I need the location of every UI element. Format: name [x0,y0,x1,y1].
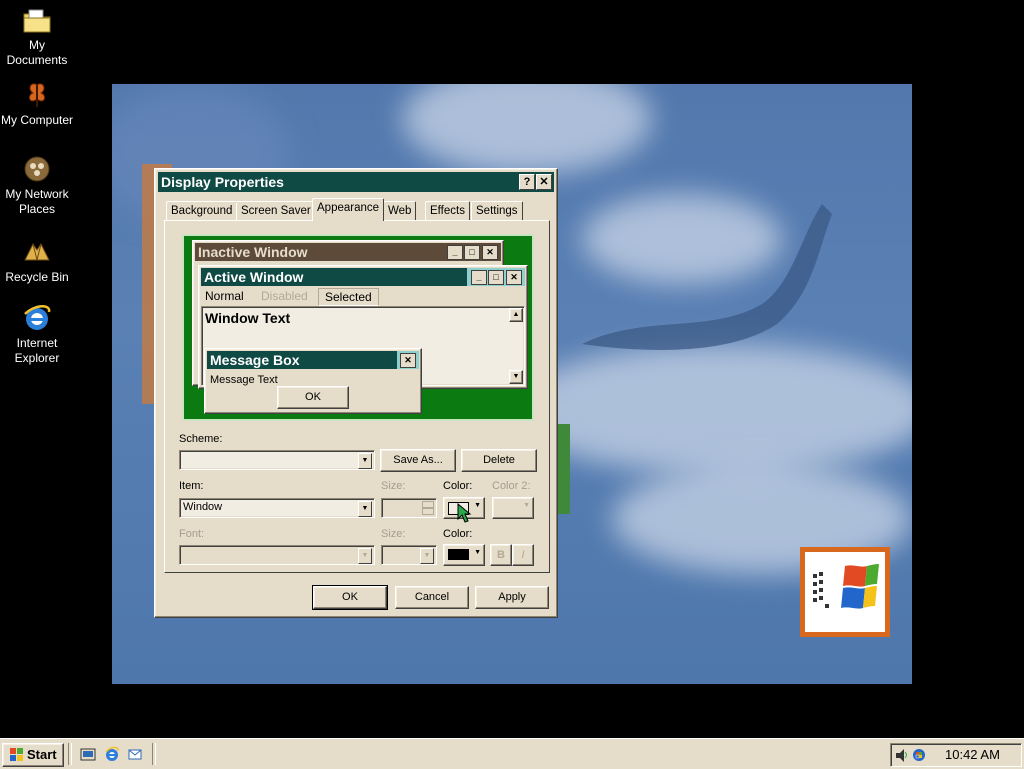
font-size-label: Size: [381,528,406,540]
close-icon: ✕ [400,353,416,368]
recycle-bin-icon [24,243,50,261]
tab-effects[interactable]: Effects [425,201,470,220]
item-color2-label: Color 2: [492,480,531,492]
cancel-button[interactable]: Cancel [395,586,469,609]
close-button[interactable]: ✕ [536,174,552,190]
dialog-titlebar[interactable]: Display Properties ? ✕ [158,172,554,192]
tab-web[interactable]: Web [383,201,417,220]
clock[interactable]: 10:42 AM [945,747,1000,762]
display-properties-dialog: Display Properties ? ✕ Background Screen… [154,168,558,618]
tab-settings[interactable]: Settings [471,201,523,220]
close-icon: ✕ [506,270,522,285]
apply-button[interactable]: Apply [475,586,549,609]
desktop-icon-label: Recycle Bin [5,270,69,284]
desktop-icon-label: My Documents [6,38,68,67]
font-dropdown: ▼ [179,545,375,565]
window-text: Window Text [205,310,291,326]
windows-logo [800,547,890,637]
system-tray: 10:42 AM [890,743,1022,767]
desktop-icon-network-places[interactable]: My Network Places [0,153,74,217]
item-size-label: Size: [381,480,406,492]
delete-button[interactable]: Delete [461,449,537,472]
outlook-express-icon[interactable] [127,746,143,762]
msgbox-text: Message Text [210,374,278,386]
chevron-down-icon: ▼ [420,548,434,564]
save-as-button[interactable]: Save As... [380,449,456,472]
active-titlebar: Active Window _ □ ✕ [201,268,525,286]
scroll-down-icon: ▼ [509,370,523,384]
ie-icon[interactable] [104,746,120,762]
scheme-dropdown[interactable]: ▼ [179,450,375,470]
inactive-title: Inactive Window [198,244,308,260]
item-value: Window [183,501,223,513]
scheme-label: Scheme: [179,433,223,445]
chevron-down-icon: ▼ [358,548,372,564]
computer-icon [29,83,45,107]
ie-icon [24,305,51,330]
chevron-down-icon[interactable]: ▼ [358,453,372,469]
taskbar-divider [68,743,72,765]
preview-message-box: Message Box ✕ Message Text OK [204,348,422,414]
ok-button[interactable]: OK [312,585,388,610]
desktop-icon-my-documents[interactable]: My Documents [0,4,74,68]
desktop-icon-my-computer[interactable]: My Computer [0,79,74,128]
start-button[interactable]: Start [2,743,64,767]
windows-flag-icon [10,748,23,761]
italic-button: I [512,544,534,566]
windows-flag-icon [813,564,879,609]
active-title: Active Window [204,269,304,285]
maximize-icon: □ [464,245,480,260]
font-color-label: Color: [443,528,473,540]
scroll-up-icon: ▲ [509,308,523,322]
cursor-pointer-icon [457,503,472,523]
font-size-dropdown: ▼ [381,545,437,565]
item-size-spinner [381,498,437,518]
start-label: Start [27,747,57,762]
menu-disabled: Disabled [261,289,308,303]
font-color-picker[interactable]: ▼ [443,544,485,566]
minimize-icon: _ [447,245,463,260]
dialog-title: Display Properties [161,174,284,190]
item-color-label: Color: [443,480,473,492]
menu-normal: Normal [205,289,244,303]
diver-silhouette [582,204,832,350]
bold-button: B [490,544,512,566]
close-icon: ✕ [482,245,498,260]
windows-update-icon[interactable] [911,747,927,763]
desktop-icon-recycle-bin[interactable]: Recycle Bin [0,236,74,285]
folder-icon [23,9,51,33]
chevron-down-icon: ▼ [523,502,530,509]
minimize-icon: _ [471,270,487,285]
msgbox-titlebar: Message Box ✕ [207,351,419,369]
item-dropdown[interactable]: Window ▼ [179,498,375,518]
msgbox-ok-button: OK [277,386,349,409]
chevron-down-icon[interactable]: ▼ [358,501,372,517]
color-swatch [448,549,469,560]
show-desktop-icon[interactable] [80,746,96,762]
desktop-icon-internet-explorer[interactable]: Internet Explorer [0,302,74,366]
desktop-icon-label: Internet Explorer [14,336,60,365]
chevron-down-icon: ▼ [474,502,481,509]
tab-background[interactable]: Background [166,201,238,220]
chevron-down-icon: ▼ [474,549,481,556]
desktop-icon-label: My Network Places [5,187,69,216]
volume-icon[interactable] [894,747,910,763]
item-label: Item: [179,480,204,492]
network-icon [24,156,50,182]
maximize-icon: □ [488,270,504,285]
menu-selected: Selected [318,288,379,306]
help-button[interactable]: ? [519,174,535,190]
appearance-preview[interactable]: Inactive Window _ □ ✕ Active Window _ □ … [182,234,534,421]
taskbar-divider [152,743,156,765]
inactive-titlebar: Inactive Window _ □ ✕ [195,243,501,261]
font-label: Font: [179,528,205,540]
tab-appearance[interactable]: Appearance [312,198,385,221]
tab-screen-saver[interactable]: Screen Saver [236,201,316,220]
taskbar: Start 10:42 AM [0,738,1024,769]
msgbox-title: Message Box [210,352,300,368]
desktop-icon-label: My Computer [0,113,74,127]
item-color2-picker: ▼ [492,497,534,519]
